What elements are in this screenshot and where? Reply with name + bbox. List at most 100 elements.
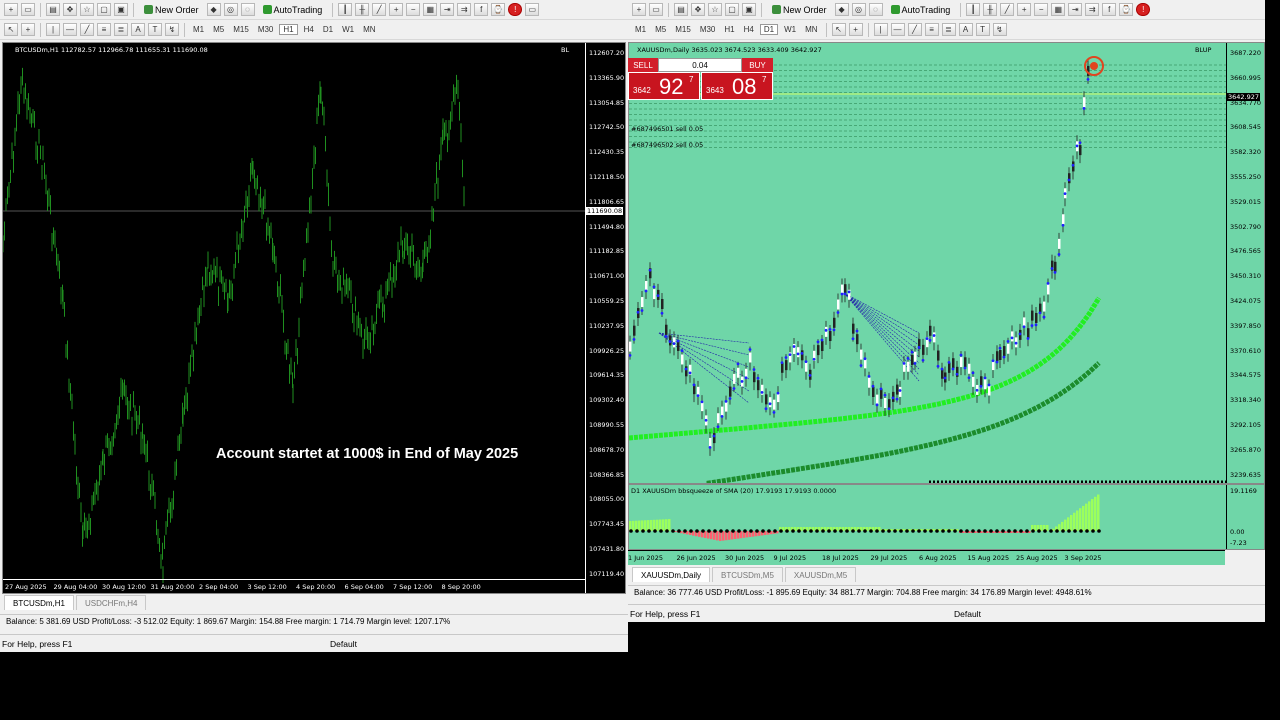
horizontal-line-icon[interactable]: —: [890, 23, 905, 36]
autotrading-button[interactable]: AutoTrading: [258, 1, 328, 18]
market-icon[interactable]: ◌: [868, 3, 883, 16]
candlestick-icon[interactable]: ╫: [355, 3, 370, 16]
bbsqueeze-indicator[interactable]: D1 XAUUSDm bbsqueeze of SMA (20) 17.9193…: [628, 484, 1265, 550]
timeframe-mn[interactable]: MN: [360, 25, 378, 34]
signals-icon[interactable]: ◎: [223, 3, 238, 16]
periods-icon[interactable]: ⌚: [1119, 3, 1134, 16]
tab-xauusdm-m5[interactable]: XAUUSDm,M5: [784, 567, 857, 582]
shapes-icon[interactable]: ↯: [992, 23, 1007, 36]
timeframe-m1[interactable]: M1: [190, 25, 207, 34]
chart-shift-icon[interactable]: ⇥: [1068, 3, 1083, 16]
timeframe-h4[interactable]: H4: [741, 25, 757, 34]
timeframe-h4[interactable]: H4: [301, 25, 317, 34]
indicators-icon[interactable]: f: [474, 3, 489, 16]
tester-icon[interactable]: ▣: [114, 3, 128, 16]
fibonacci-icon[interactable]: ≣: [114, 23, 128, 36]
signals-icon[interactable]: ◎: [851, 3, 866, 16]
vertical-line-icon[interactable]: |: [873, 23, 888, 36]
tile-windows-icon[interactable]: ▦: [423, 3, 438, 16]
timeframe-m1[interactable]: M1: [632, 25, 649, 34]
timeframe-d1[interactable]: D1: [320, 25, 336, 34]
bar-chart-icon[interactable]: ┃: [966, 3, 981, 16]
xauusd-chart[interactable]: XAUUSDm,Daily 3635.023 3674.523 3633.409…: [628, 42, 1265, 484]
profiles-icon[interactable]: ▭: [21, 3, 35, 16]
timeframe-m5[interactable]: M5: [210, 25, 227, 34]
alert-icon[interactable]: !: [1136, 3, 1151, 16]
channel-icon[interactable]: ≡: [924, 23, 939, 36]
line-chart-icon[interactable]: ╱: [1000, 3, 1015, 16]
tab-btcusdm-m5[interactable]: BTCUSDm,M5: [712, 567, 783, 582]
sell-price-box[interactable]: 3642 92 7: [628, 72, 700, 100]
trendline-icon[interactable]: ╱: [80, 23, 94, 36]
vertical-line-icon[interactable]: |: [46, 23, 60, 36]
zoom-out-icon[interactable]: −: [1034, 3, 1049, 16]
zoom-in-icon[interactable]: +: [389, 3, 404, 16]
timeframe-w1[interactable]: W1: [781, 25, 799, 34]
terminal-icon[interactable]: ▢: [725, 3, 739, 16]
chart-shift-icon[interactable]: ⇥: [440, 3, 455, 16]
crosshair-icon[interactable]: +: [848, 23, 863, 36]
timeframe-w1[interactable]: W1: [339, 25, 357, 34]
tab-usdchfm-h4[interactable]: USDCHFm,H4: [76, 595, 147, 610]
timeframe-m30[interactable]: M30: [255, 25, 277, 34]
navigator-icon[interactable]: ☆: [708, 3, 722, 16]
lot-size-input[interactable]: 0.04: [658, 58, 742, 72]
terminal-icon[interactable]: ▢: [97, 3, 111, 16]
text-icon[interactable]: A: [958, 23, 973, 36]
sell-button[interactable]: SELL: [628, 58, 658, 72]
text-icon[interactable]: A: [131, 23, 145, 36]
line-chart-icon[interactable]: ╱: [372, 3, 387, 16]
candle-body: [1007, 343, 1010, 354]
data-window-icon[interactable]: ✥: [63, 3, 77, 16]
templates-icon[interactable]: ▭: [525, 3, 540, 16]
autoscroll-icon[interactable]: ⇉: [457, 3, 472, 16]
timeframe-m5[interactable]: M5: [652, 25, 669, 34]
metaeditor-icon[interactable]: ◆: [206, 3, 221, 16]
timeframe-m30[interactable]: M30: [697, 25, 719, 34]
cursor-icon[interactable]: ↖: [831, 23, 846, 36]
bar-chart-icon[interactable]: ┃: [338, 3, 353, 16]
autoscroll-icon[interactable]: ⇉: [1085, 3, 1100, 16]
shapes-icon[interactable]: ↯: [165, 23, 179, 36]
candle-body: [653, 289, 656, 300]
new-order-button[interactable]: New Order: [139, 1, 204, 18]
zoom-in-icon[interactable]: +: [1017, 3, 1032, 16]
horizontal-line-icon[interactable]: —: [63, 23, 77, 36]
new-chart-icon[interactable]: +: [632, 3, 646, 16]
buy-button[interactable]: BUY: [742, 58, 773, 72]
timeframe-mn[interactable]: MN: [802, 25, 820, 34]
autotrading-button[interactable]: AutoTrading: [886, 1, 956, 18]
btcusd-chart[interactable]: BTCUSDm,H1 112782.57 112966.78 111655.31…: [2, 42, 626, 594]
fibonacci-icon[interactable]: ≣: [941, 23, 956, 36]
channel-icon[interactable]: ≡: [97, 23, 111, 36]
tab-btcusdm-h1[interactable]: BTCUSDm,H1: [4, 595, 75, 610]
indicators-icon[interactable]: f: [1102, 3, 1117, 16]
tester-icon[interactable]: ▣: [742, 3, 756, 16]
market-watch-icon[interactable]: ▤: [674, 3, 688, 16]
data-window-icon[interactable]: ✥: [691, 3, 705, 16]
alert-icon[interactable]: !: [508, 3, 523, 16]
tab-xauusdm-daily[interactable]: XAUUSDm,Daily: [632, 567, 711, 582]
periods-icon[interactable]: ⌚: [491, 3, 506, 16]
market-watch-icon[interactable]: ▤: [46, 3, 60, 16]
tile-windows-icon[interactable]: ▦: [1051, 3, 1066, 16]
timeframe-h1[interactable]: H1: [721, 25, 737, 34]
text-label-icon[interactable]: T: [148, 23, 162, 36]
new-chart-icon[interactable]: +: [4, 3, 18, 16]
trendline-icon[interactable]: ╱: [907, 23, 922, 36]
market-icon[interactable]: ◌: [240, 3, 255, 16]
navigator-icon[interactable]: ☆: [80, 3, 94, 16]
buy-price-box[interactable]: 3643 08 7: [701, 72, 773, 100]
crosshair-icon[interactable]: +: [21, 23, 35, 36]
cursor-icon[interactable]: ↖: [4, 23, 18, 36]
new-order-button[interactable]: New Order: [767, 1, 832, 18]
timeframe-h1[interactable]: H1: [279, 24, 298, 35]
text-label-icon[interactable]: T: [975, 23, 990, 36]
profiles-icon[interactable]: ▭: [649, 3, 663, 16]
timeframe-d1[interactable]: D1: [759, 24, 779, 35]
metaeditor-icon[interactable]: ◆: [834, 3, 849, 16]
timeframe-m15[interactable]: M15: [230, 25, 252, 34]
timeframe-m15[interactable]: M15: [672, 25, 694, 34]
candlestick-icon[interactable]: ╫: [983, 3, 998, 16]
zoom-out-icon[interactable]: −: [406, 3, 421, 16]
